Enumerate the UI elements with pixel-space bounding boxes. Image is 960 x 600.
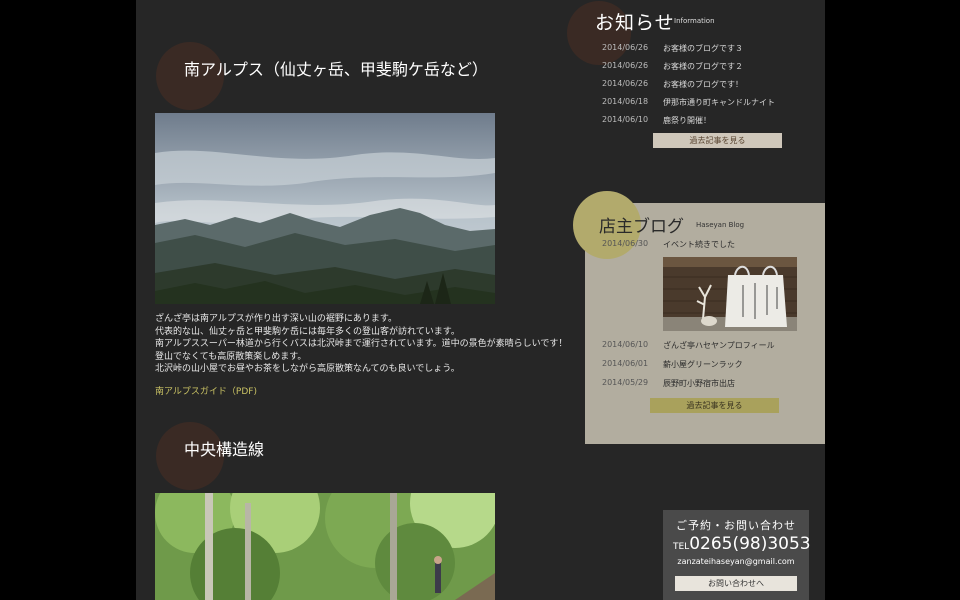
description-line: 代表的な山、仙丈ヶ岳と甲斐駒ケ岳には毎年多くの登山客が訪れています。: [155, 326, 460, 337]
south-alps-photo: [155, 113, 495, 304]
south-alps-description: ざんざ亭は南アルプスが作り出す深い山の裾野にあります。 代表的な山、仙丈ヶ岳と甲…: [155, 313, 567, 376]
description-line: ざんざ亭は南アルプスが作り出す深い山の裾野にあります。: [155, 314, 398, 324]
news-archive-button[interactable]: 過去記事を見る: [653, 133, 782, 148]
blog-archive-button[interactable]: 過去記事を見る: [650, 398, 779, 413]
news-text: お客様のブログです！: [663, 80, 743, 89]
contact-box: ご予約・お問い合わせ TEL0265(98)3053 zanzateihasey…: [663, 510, 811, 600]
description-line: 南アルプススーパー林道から行くバスは北沢峠まで運行されています。道中の景色が素晴…: [155, 339, 568, 350]
blog-text: ざんざ亭ハセヤンプロフィール: [663, 341, 775, 350]
blog-featured-photo[interactable]: [663, 257, 797, 331]
news-text: お客様のブログです３: [663, 44, 743, 53]
blog-text: イベント続きでした: [663, 240, 735, 249]
news-date: 2014/06/26: [602, 43, 649, 52]
news-date: 2014/06/26: [602, 79, 649, 88]
blog-featured-item[interactable]: 2014/06/30 イベント続きでした: [602, 239, 735, 250]
section-title-south-alps: 南アルプス（仙丈ヶ岳、甲斐駒ケ岳など）: [184, 60, 488, 79]
blog-date: 2014/06/30: [602, 239, 649, 248]
contact-email[interactable]: zanzateihaseyan@gmail.com: [663, 557, 809, 566]
contact-heading: ご予約・お問い合わせ: [676, 519, 796, 532]
blog-item[interactable]: 2014/05/29 辰野町小野宿市出店: [602, 378, 735, 389]
news-item[interactable]: 2014/06/26 お客様のブログです！: [602, 79, 802, 97]
blog-item[interactable]: 2014/06/01 薪小屋グリーンラック: [602, 359, 743, 370]
blog-subtitle: Haseyan Blog: [696, 221, 745, 229]
news-subtitle: Information: [674, 17, 715, 25]
news-list: 2014/06/26 お客様のブログです３ 2014/06/26 お客様のブログ…: [602, 43, 802, 133]
news-title: お知らせ: [595, 12, 675, 34]
phone-label: TEL: [673, 542, 690, 552]
page: 南アルプス（仙丈ヶ岳、甲斐駒ケ岳など） ざんざ亭は南アルプスが作り出す深い山の裾…: [136, 0, 825, 600]
blog-date: 2014/06/10: [602, 340, 649, 349]
description-line: 登山でなくても高原散策楽しめます。: [155, 351, 307, 362]
news-item[interactable]: 2014/06/26 お客様のブログです３: [602, 43, 802, 61]
description-line: 北沢峠の山小屋でお昼やお茶をしながら高原散策なんてのも良いでしょう。: [155, 364, 460, 375]
news-item[interactable]: 2014/06/10 鹿祭り開催！: [602, 115, 802, 133]
blog-item[interactable]: 2014/06/10 ざんざ亭ハセヤンプロフィール: [602, 340, 775, 351]
news-item[interactable]: 2014/06/18 伊那市通り町キャンドルナイト: [602, 97, 802, 115]
contact-phone: TEL0265(98)3053: [673, 534, 811, 554]
south-alps-guide-link[interactable]: 南アルプスガイド（PDF): [155, 384, 257, 397]
blog-date: 2014/06/01: [602, 359, 649, 368]
news-date: 2014/06/18: [602, 97, 649, 106]
news-text: 伊那市通り町キャンドルナイト: [663, 98, 775, 107]
blog-text: 辰野町小野宿市出店: [663, 379, 735, 388]
contact-button[interactable]: お問い合わせへ: [675, 576, 797, 591]
blog-date: 2014/05/29: [602, 378, 649, 387]
news-text: 鹿祭り開催！: [663, 116, 711, 125]
news-item[interactable]: 2014/06/26 お客様のブログです２: [602, 61, 802, 79]
phone-number: 0265(98)3053: [689, 534, 811, 554]
blog-title: 店主ブログ: [599, 217, 684, 237]
blog-text: 薪小屋グリーンラック: [663, 360, 743, 369]
median-tectonic-line-photo: [155, 493, 495, 600]
section-title-median-tectonic-line: 中央構造線: [184, 440, 265, 459]
news-text: お客様のブログです２: [663, 62, 743, 71]
news-date: 2014/06/10: [602, 115, 649, 124]
news-date: 2014/06/26: [602, 61, 649, 70]
